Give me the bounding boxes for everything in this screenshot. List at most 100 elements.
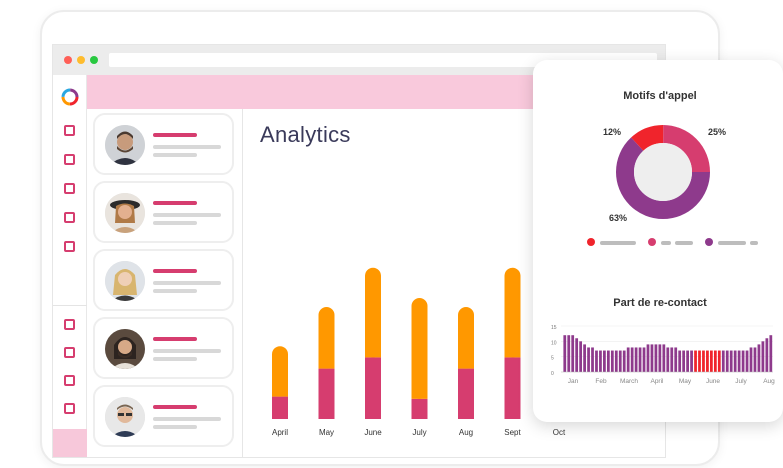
recontact-bar-chart: 15 10 5 0 Jan Feb March April May June July Aug	[551, 325, 775, 385]
contact-card[interactable]	[93, 113, 234, 175]
recontact-bar	[670, 347, 674, 372]
recontact-bar	[610, 350, 614, 372]
recontact-bar	[650, 344, 654, 372]
legend-line	[675, 241, 693, 245]
legend-line	[661, 241, 671, 245]
contact-detail-line	[153, 153, 197, 157]
contact-name-line	[153, 269, 197, 273]
bar-segment	[504, 275, 521, 358]
sidebar-footer	[53, 429, 87, 457]
contact-detail-line	[153, 289, 197, 293]
x-tick-label: June	[706, 378, 720, 385]
contact-card[interactable]	[93, 317, 234, 379]
donut-hole	[634, 143, 692, 201]
contact-detail-line	[153, 281, 221, 285]
contact-detail-line	[153, 425, 197, 429]
legend-dot-red-icon	[587, 238, 595, 246]
x-tick-label: Aug	[763, 378, 775, 385]
recontact-bar	[713, 350, 717, 372]
recontact-bar	[662, 344, 666, 372]
bar-segment	[365, 275, 381, 358]
recontact-bar	[638, 347, 642, 372]
recontact-bar	[606, 350, 610, 372]
y-tick-label: 15	[551, 325, 557, 331]
sidebar-item-4[interactable]	[64, 212, 75, 223]
bar-segment	[318, 368, 335, 419]
recontact-bar	[749, 347, 753, 372]
contact-card[interactable]	[93, 249, 234, 311]
contact-detail-line	[153, 357, 197, 361]
bar-segment	[458, 315, 474, 369]
sidebar-item-5[interactable]	[64, 241, 75, 252]
recontact-bar	[698, 350, 701, 372]
sidebar-divider	[53, 305, 87, 306]
x-tick-label: March	[620, 378, 638, 385]
recontact-bar	[634, 347, 638, 372]
recontact-bar	[626, 347, 630, 372]
bar-segment	[411, 398, 428, 419]
x-tick-label: Oct	[553, 428, 566, 437]
recontact-bar	[599, 350, 602, 372]
bar-segment	[318, 315, 335, 369]
recontact-bar	[753, 347, 757, 372]
recontact-bar	[595, 350, 598, 372]
bar-segment	[411, 306, 428, 399]
minimize-window-icon[interactable]	[77, 56, 85, 64]
recontact-bar	[603, 350, 606, 372]
recontact-bar	[745, 350, 749, 372]
contact-detail-line	[153, 213, 221, 217]
recontact-bar	[737, 350, 741, 372]
recontact-bar	[622, 350, 626, 372]
bar-segment	[504, 357, 521, 419]
recontact-bar	[761, 341, 765, 372]
contact-name-line	[153, 133, 197, 137]
x-tick-label: Feb	[595, 378, 607, 385]
y-tick-label: 5	[551, 356, 554, 362]
sidebar-item-3[interactable]	[64, 183, 75, 194]
bar-segment	[272, 396, 288, 419]
maximize-window-icon[interactable]	[90, 56, 98, 64]
recontact-bar	[729, 350, 733, 372]
sidebar-item-9[interactable]	[64, 403, 75, 414]
close-window-icon[interactable]	[64, 56, 72, 64]
recontact-bar	[757, 344, 761, 372]
x-tick-label: April	[272, 428, 288, 437]
slice-label-red: 12%	[603, 127, 622, 137]
recontact-chart-title: Part de re-contact	[613, 297, 707, 309]
x-tick-label: May	[319, 428, 334, 437]
slice-label-pink: 25%	[708, 127, 727, 137]
sidebar-item-8[interactable]	[64, 375, 75, 386]
x-tick-label: July	[735, 378, 747, 385]
legend-dot-purple-icon	[705, 238, 713, 246]
recontact-bar	[567, 335, 571, 372]
sidebar-item-7[interactable]	[64, 347, 75, 358]
recontact-bar	[630, 347, 634, 372]
legend-dot-pink-icon	[648, 238, 656, 246]
contact-card[interactable]	[93, 385, 234, 447]
legend-line	[600, 241, 636, 245]
x-tick-label: May	[679, 378, 692, 385]
recontact-bar	[717, 350, 721, 372]
recontact-bar	[587, 347, 590, 372]
recontact-bar	[725, 350, 729, 372]
recontact-bar	[710, 350, 713, 372]
contact-card[interactable]	[93, 181, 234, 243]
avatar	[105, 329, 145, 369]
contact-list	[87, 109, 243, 457]
recontact-bar	[765, 338, 769, 372]
recontact-bar	[579, 341, 583, 372]
recontact-bar	[642, 347, 646, 372]
x-tick-label: July	[412, 428, 426, 437]
stats-panel: Motifs d'appel 12% 25% 63% Part de re-co…	[533, 60, 783, 422]
contact-name-line	[153, 201, 197, 205]
recontact-bar	[563, 335, 567, 372]
donut-chart	[616, 125, 710, 219]
x-tick-label: Sept	[504, 428, 521, 437]
analytics-bar-chart: April May June July Aug Sept Oct	[272, 267, 567, 437]
recontact-bar	[702, 350, 705, 372]
sidebar-item-1[interactable]	[64, 125, 75, 136]
recontact-bar	[686, 350, 689, 372]
recontact-bar	[706, 350, 709, 372]
sidebar-item-2[interactable]	[64, 154, 75, 165]
sidebar-item-6[interactable]	[64, 319, 75, 330]
